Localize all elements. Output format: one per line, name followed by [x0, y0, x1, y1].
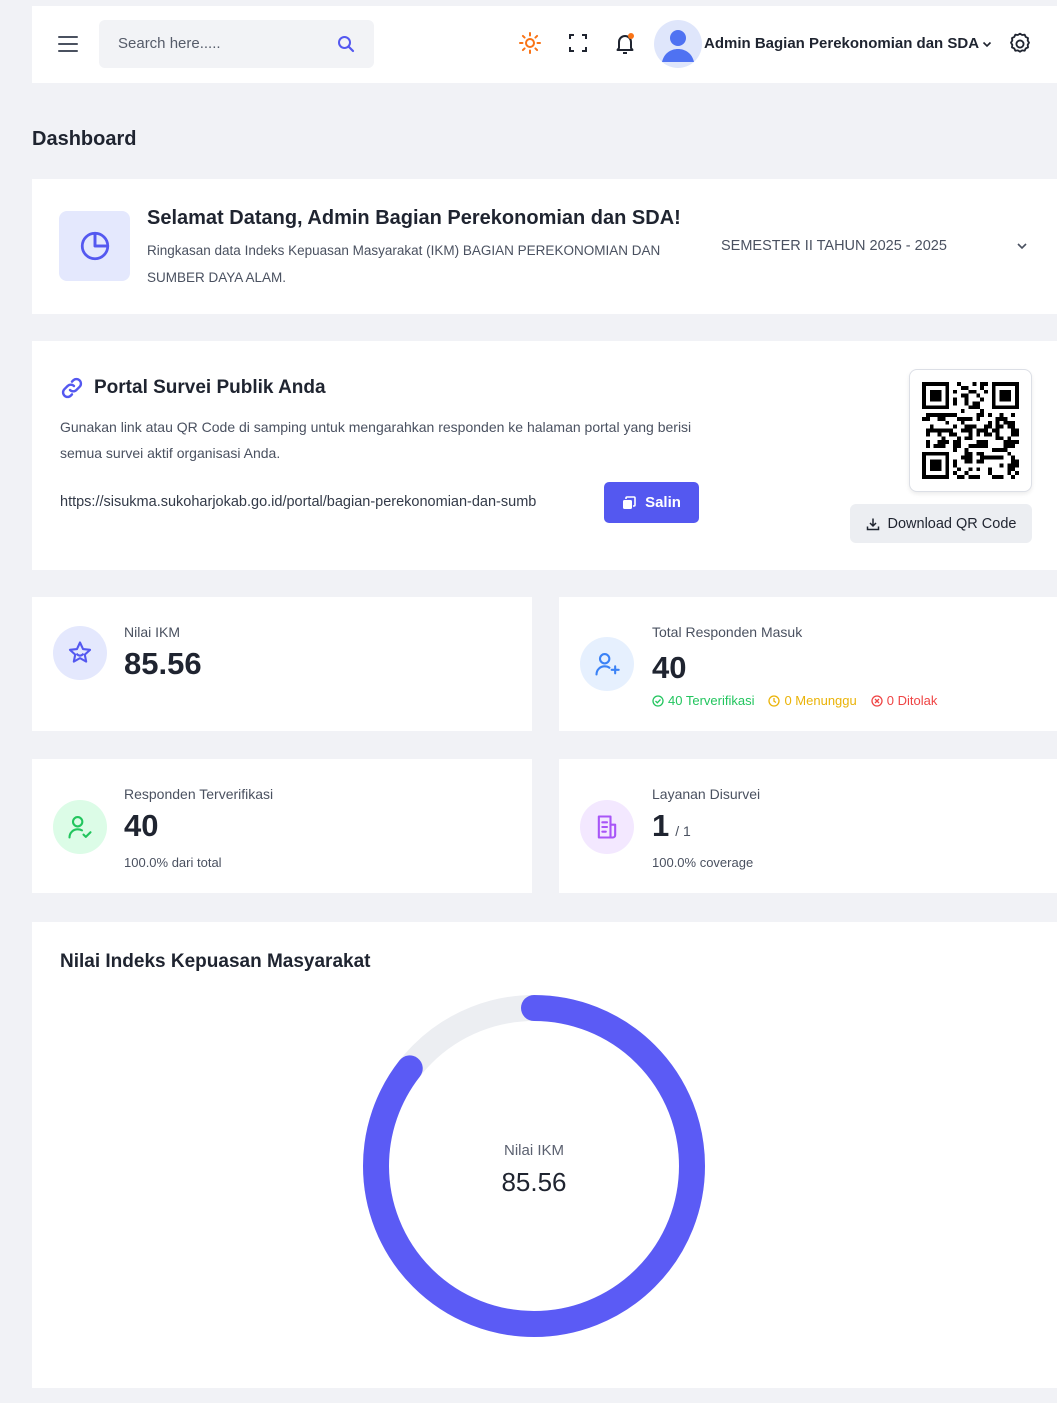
chevron-down-icon[interactable] — [1015, 239, 1029, 253]
x-circle-icon — [871, 694, 883, 707]
copy-button[interactable]: Salin — [604, 482, 699, 523]
welcome-title: Selamat Datang, Admin Bagian Perekonomia… — [147, 207, 681, 229]
status-rejected-label: 0 Ditolak — [886, 693, 938, 708]
stat-value: 40 — [124, 808, 159, 843]
portal-title-row: Portal Survei Publik Anda — [60, 376, 326, 400]
portal-card: Portal Survei Publik Anda Gunakan link a… — [32, 341, 1057, 570]
stat-card-respondents: Total Responden Masuk 40 40 Terverifikas… — [559, 597, 1057, 731]
search-icon[interactable] — [336, 34, 356, 54]
star-badge-icon — [53, 626, 107, 680]
download-qr-button[interactable]: Download QR Code — [850, 504, 1032, 543]
stat-label: Responden Terverifikasi — [124, 786, 274, 802]
copy-button-label: Salin — [645, 494, 681, 511]
page-title: Dashboard — [32, 128, 137, 150]
notification-bell-icon[interactable] — [612, 30, 638, 56]
stat-value: 40 — [652, 650, 687, 685]
download-qr-label: Download QR Code — [887, 515, 1017, 532]
menu-icon[interactable] — [58, 36, 78, 52]
document-list-icon — [580, 800, 634, 854]
portal-link[interactable]: https://sisukma.sukoharjokab.go.id/porta… — [60, 494, 600, 510]
welcome-description: Ringkasan data Indeks Kepuasan Masyaraka… — [147, 243, 661, 285]
respondent-status-row: 40 Terverifikasi 0 Menunggu 0 Ditolak — [652, 693, 937, 708]
stat-label: Nilai IKM — [124, 624, 181, 640]
donut-center-value: 85.56 — [501, 1167, 567, 1197]
user-plus-icon — [580, 637, 634, 691]
stat-label: Total Responden Masuk — [652, 624, 803, 640]
status-rejected: 0 Ditolak — [871, 693, 938, 708]
download-icon — [866, 518, 879, 530]
fullscreen-icon[interactable] — [565, 30, 591, 56]
status-pending-label: 0 Menunggu — [784, 693, 857, 708]
chart-title: Nilai Indeks Kepuasan Masyarakat — [60, 951, 371, 972]
stat-value: 85.56 — [124, 646, 202, 681]
stat-value: 1 / 1 — [652, 808, 691, 844]
stat-subtext: 100.0% dari total — [124, 855, 222, 870]
services-total: / 1 — [675, 823, 691, 839]
check-circle-icon — [652, 694, 664, 707]
services-count: 1 — [652, 808, 670, 843]
chevron-down-icon[interactable] — [981, 38, 993, 50]
avatar[interactable] — [654, 20, 702, 68]
stat-label: Layanan Disurvei — [652, 786, 761, 802]
welcome-card: Selamat Datang, Admin Bagian Perekonomia… — [32, 179, 1057, 314]
qr-code — [909, 369, 1032, 492]
pie-chart-icon — [59, 211, 130, 281]
search-input[interactable]: Search here..... — [99, 20, 374, 68]
theme-toggle-sun-icon[interactable] — [517, 30, 543, 56]
status-verified-label: 40 Terverifikasi — [668, 693, 755, 708]
status-verified: 40 Terverifikasi — [652, 693, 754, 708]
donut-center-label: Nilai IKM — [503, 1142, 564, 1159]
user-check-icon — [53, 800, 107, 854]
stat-card-verified: Responden Terverifikasi 40 100.0% dari t… — [32, 759, 532, 893]
stat-subtext: 100.0% coverage — [652, 855, 754, 870]
stat-card-ikm: Nilai IKM 85.56 — [32, 597, 532, 731]
copy-icon — [623, 495, 636, 509]
link-icon — [61, 377, 83, 399]
status-pending: 0 Menunggu — [768, 693, 857, 708]
portal-description: Gunakan link atau QR Code di samping unt… — [60, 419, 692, 461]
ikm-chart-card: Nilai Indeks Kepuasan Masyarakat Nilai I… — [32, 922, 1057, 1388]
clock-icon — [768, 694, 781, 707]
gear-icon[interactable] — [1007, 31, 1033, 57]
user-name[interactable]: Admin Bagian Perekonomian dan SDA — [704, 35, 979, 52]
top-bar: Search here..... Admin Bagian Perekonomi… — [32, 6, 1057, 83]
semester-select[interactable]: SEMESTER II TAHUN 2025 - 2025 — [721, 238, 947, 254]
stat-card-services: Layanan Disurvei 1 / 1 100.0% coverage — [559, 759, 1057, 893]
ikm-donut-chart: Nilai IKM 85.56 — [362, 994, 706, 1338]
search-placeholder: Search here..... — [118, 35, 221, 52]
portal-title: Portal Survei Publik Anda — [94, 377, 326, 398]
